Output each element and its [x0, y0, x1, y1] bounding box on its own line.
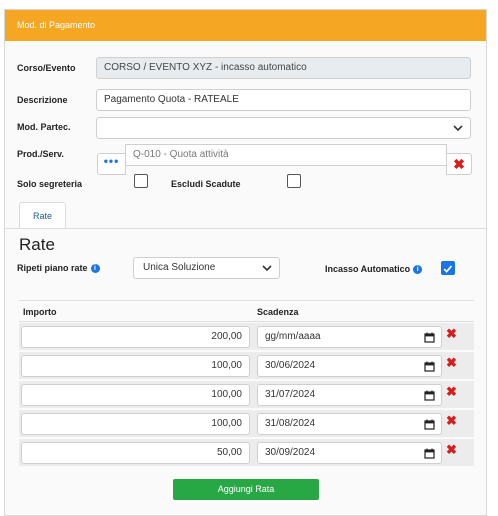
- info-icon: i: [90, 264, 100, 273]
- info-icon: i: [413, 265, 423, 274]
- importo-input[interactable]: 100,00: [21, 413, 250, 435]
- more-options-icon[interactable]: •••: [97, 153, 126, 175]
- incasso-label: Incasso Automatico i: [325, 264, 423, 274]
- table-header-line: [19, 321, 474, 322]
- corso-label: Corso/Evento: [17, 63, 76, 73]
- ripeti-value: Unica Soluzione: [143, 262, 216, 273]
- check-icon: [443, 265, 453, 273]
- scadenza-value: 30/09/2024: [265, 447, 316, 458]
- chevron-down-icon: [262, 265, 272, 272]
- scadenza-input[interactable]: gg/mm/aaaa: [257, 326, 442, 348]
- prod-field[interactable]: Q-010 - Quota attività: [125, 144, 447, 166]
- scadenza-input[interactable]: 31/07/2024: [257, 384, 442, 406]
- incasso-checkbox[interactable]: [441, 261, 455, 275]
- col-scadenza: Scadenza: [257, 307, 299, 317]
- calendar-icon[interactable]: [424, 332, 435, 343]
- escludi-scadute-label: Escludi Scadute: [171, 179, 241, 189]
- delete-row-icon[interactable]: ✖: [446, 414, 457, 427]
- clear-product-icon[interactable]: ✖: [446, 153, 472, 175]
- scadenza-input[interactable]: 31/08/2024: [257, 413, 442, 435]
- calendar-icon[interactable]: [424, 448, 435, 459]
- prod-label: Prod./Serv.: [17, 149, 64, 159]
- mod-partec-label: Mod. Partec.: [17, 122, 71, 132]
- ripeti-select[interactable]: Unica Soluzione: [133, 257, 280, 279]
- payment-panel: Mod. di Pagamento Corso/Evento CORSO / E…: [4, 9, 487, 516]
- scadenza-value: 31/08/2024: [265, 418, 316, 429]
- importo-input[interactable]: 100,00: [21, 355, 250, 377]
- calendar-icon[interactable]: [424, 419, 435, 430]
- scadenza-value: 30/06/2024: [265, 360, 316, 371]
- tab-rate[interactable]: Rate: [19, 202, 66, 229]
- delete-row-icon[interactable]: ✖: [446, 327, 457, 340]
- tab-divider: [5, 228, 486, 229]
- scadenza-input[interactable]: 30/06/2024: [257, 355, 442, 377]
- calendar-icon[interactable]: [424, 361, 435, 372]
- ripeti-label-text: Ripeti piano rate: [17, 263, 88, 273]
- rate-heading: Rate: [19, 235, 55, 254]
- descrizione-field[interactable]: Pagamento Quota - RATEALE: [96, 89, 471, 111]
- delete-row-icon[interactable]: ✖: [446, 385, 457, 398]
- col-importo: Importo: [23, 307, 57, 317]
- importo-input[interactable]: 50,00: [21, 442, 250, 464]
- scadenza-input[interactable]: 30/09/2024: [257, 442, 442, 464]
- importo-input[interactable]: 200,00: [21, 326, 250, 348]
- scadenza-value: gg/mm/aaaa: [265, 331, 321, 342]
- mod-partec-select[interactable]: [96, 117, 471, 139]
- chevron-down-icon: [453, 125, 463, 132]
- escludi-scadute-checkbox[interactable]: [287, 174, 301, 188]
- table-top-line: [19, 300, 474, 301]
- scadenza-value: 31/07/2024: [265, 389, 316, 400]
- panel-title: Mod. di Pagamento: [5, 10, 486, 41]
- solo-segreteria-label: Solo segreteria: [17, 179, 83, 189]
- delete-row-icon[interactable]: ✖: [446, 356, 457, 369]
- importo-input[interactable]: 100,00: [21, 384, 250, 406]
- descrizione-label: Descrizione: [17, 95, 68, 105]
- calendar-icon[interactable]: [424, 390, 435, 401]
- solo-segreteria-checkbox[interactable]: [134, 174, 148, 188]
- delete-row-icon[interactable]: ✖: [446, 443, 457, 456]
- ripeti-label: Ripeti piano rate i: [17, 263, 100, 273]
- add-rata-button[interactable]: Aggiungi Rata: [173, 479, 319, 500]
- corso-field: CORSO / EVENTO XYZ - incasso automatico: [96, 57, 471, 79]
- incasso-label-text: Incasso Automatico: [325, 264, 411, 274]
